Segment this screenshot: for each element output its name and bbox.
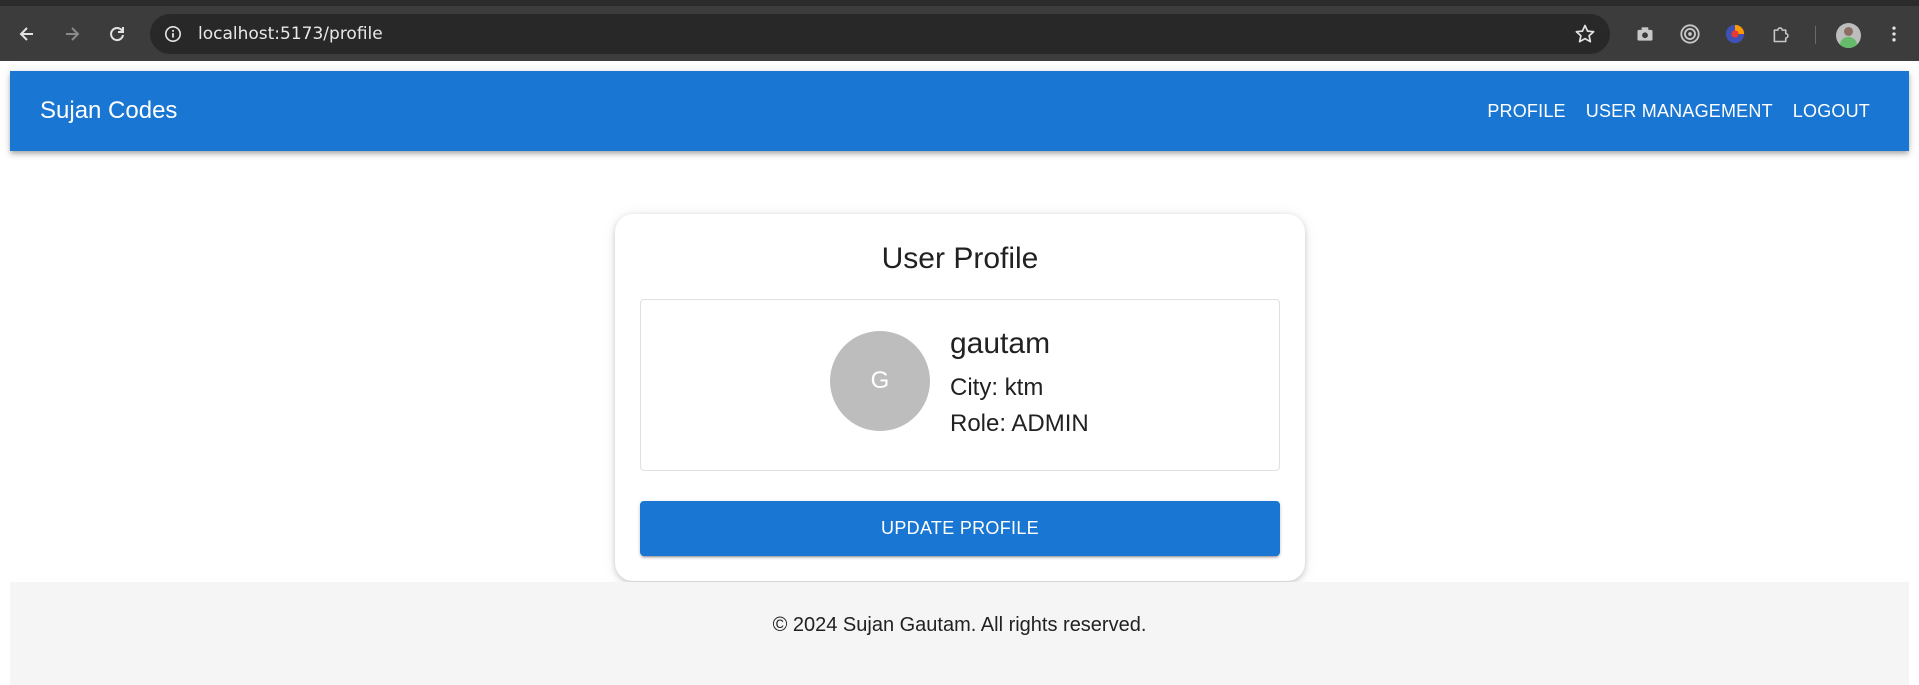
- profile-details-box: G gautam City: ktm Role: ADMIN: [640, 299, 1280, 471]
- puzzle-extensions-icon[interactable]: [1768, 22, 1792, 46]
- target-extension-icon[interactable]: [1678, 22, 1702, 46]
- copyright-text: © 2024 Sujan Gautam. All rights reserved…: [772, 614, 1147, 636]
- nav-logout[interactable]: LOGOUT: [1793, 101, 1870, 122]
- page-title: User Profile: [881, 242, 1039, 275]
- site-info-icon[interactable]: [162, 23, 184, 45]
- nav-profile[interactable]: PROFILE: [1487, 101, 1565, 122]
- url-text[interactable]: localhost:5173/profile: [198, 24, 383, 44]
- address-bar[interactable]: localhost:5173/profile: [150, 14, 1610, 54]
- avatar: G: [830, 331, 930, 431]
- nav-user-management[interactable]: USER MANAGEMENT: [1586, 101, 1773, 122]
- app-header: Sujan Codes PROFILE USER MANAGEMENT LOGO…: [10, 71, 1909, 151]
- role-text: Role: ADMIN: [950, 410, 1089, 437]
- toolbar-separator: [1815, 26, 1816, 44]
- header-nav: PROFILE USER MANAGEMENT LOGOUT: [1487, 101, 1870, 122]
- city-text: City: ktm: [950, 374, 1044, 401]
- browser-chrome: localhost:5173/profile: [0, 0, 1919, 61]
- more-menu-icon[interactable]: [1882, 22, 1906, 46]
- update-profile-button[interactable]: UPDATE PROFILE: [640, 501, 1280, 556]
- bookmark-star-icon[interactable]: [1574, 23, 1596, 45]
- username: gautam: [950, 327, 1051, 360]
- forward-icon[interactable]: [56, 18, 88, 50]
- reload-icon[interactable]: [101, 18, 133, 50]
- user-profile-card: User Profile G gautam City: ktm Role: AD…: [615, 214, 1305, 581]
- brand-title[interactable]: Sujan Codes: [40, 97, 177, 125]
- colorful-extension-icon[interactable]: [1723, 22, 1747, 46]
- browser-toolbar: localhost:5173/profile: [0, 6, 1919, 61]
- back-icon[interactable]: [11, 18, 43, 50]
- profile-avatar-icon[interactable]: [1836, 23, 1861, 48]
- camera-extension-icon[interactable]: [1633, 22, 1657, 46]
- page-footer: © 2024 Sujan Gautam. All rights reserved…: [10, 582, 1909, 685]
